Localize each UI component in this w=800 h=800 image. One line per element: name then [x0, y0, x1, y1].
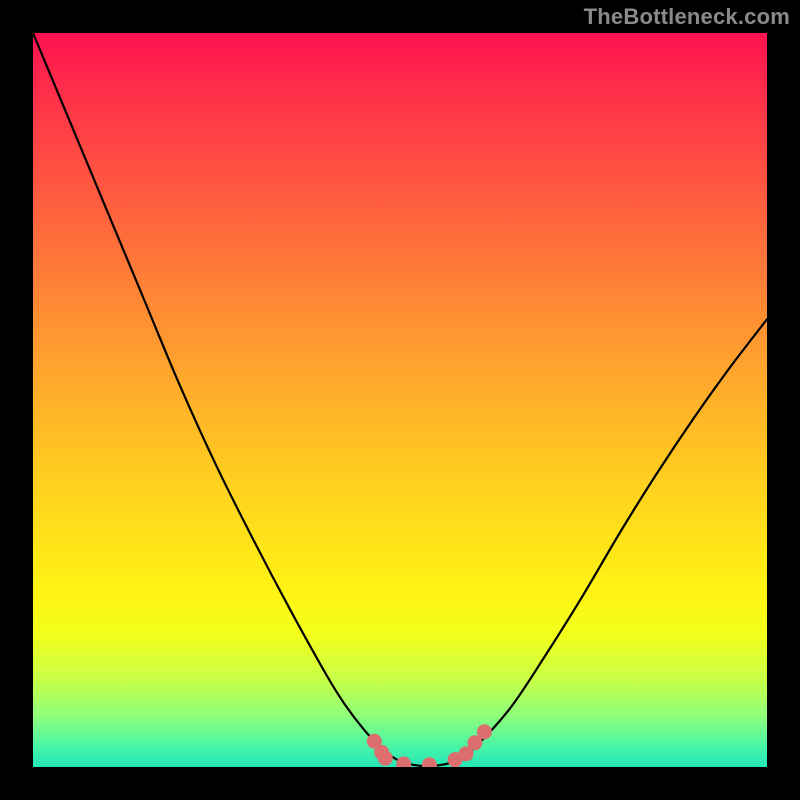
marker-dot — [477, 724, 492, 739]
marker-dot — [378, 751, 393, 766]
chart-svg — [33, 33, 767, 767]
marker-dot — [396, 757, 411, 767]
outer-frame: TheBottleneck.com — [0, 0, 800, 800]
plot-area — [33, 33, 767, 767]
highlight-dots — [367, 724, 492, 767]
watermark-text: TheBottleneck.com — [584, 4, 790, 30]
bottleneck-curve — [33, 33, 767, 766]
marker-dot — [422, 757, 437, 767]
